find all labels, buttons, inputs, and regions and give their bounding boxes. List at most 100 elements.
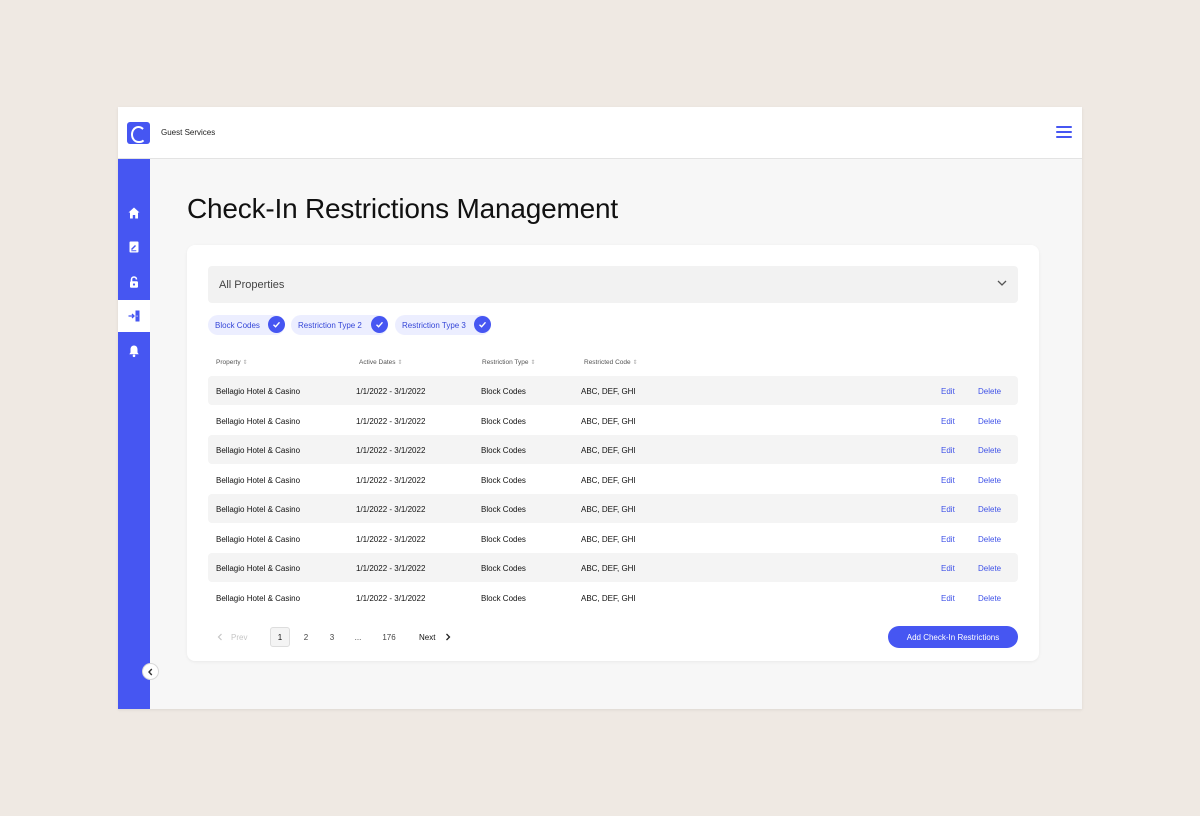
cell-property: Bellagio Hotel & Casino xyxy=(216,505,301,514)
checkmark-icon xyxy=(474,316,491,333)
cell-property: Bellagio Hotel & Casino xyxy=(216,593,301,603)
top-bar: Guest Services xyxy=(118,107,1082,159)
pagination-page-2[interactable]: 2 xyxy=(296,627,316,647)
cell-restricted-code: ABC, DEF, GHI xyxy=(581,564,636,573)
checkmark-icon xyxy=(371,316,388,333)
column-header-restriction-type[interactable]: Restriction Type ⇕ xyxy=(482,359,536,366)
chip-block-codes[interactable]: Block Codes xyxy=(208,315,285,335)
delete-link[interactable]: Delete xyxy=(978,594,1001,603)
add-check-in-restrictions-button[interactable]: Add Check-In Restrictions xyxy=(888,626,1018,648)
cell-restricted-code: ABC, DEF, GHI xyxy=(581,387,636,396)
cell-restricted-code: ABC, DEF, GHI xyxy=(581,475,636,485)
cell-restricted-code: ABC, DEF, GHI xyxy=(581,505,636,514)
delete-link[interactable]: Delete xyxy=(978,446,1001,455)
property-select[interactable]: All Properties xyxy=(208,266,1018,303)
cell-active-dates: 1/1/2022 - 3/1/2022 xyxy=(356,387,426,396)
cell-active-dates: 1/1/2022 - 3/1/2022 xyxy=(356,416,426,426)
chip-label: Restriction Type 2 xyxy=(298,321,362,330)
cell-property: Bellagio Hotel & Casino xyxy=(216,475,301,485)
column-header-label: Restriction Type xyxy=(482,359,529,366)
sidebar-item-notifications[interactable] xyxy=(118,335,150,367)
app-name: Guest Services xyxy=(161,128,216,137)
column-header-active-dates[interactable]: Active Dates ⇕ xyxy=(359,359,403,366)
home-icon xyxy=(128,207,140,219)
table-row: Bellagio Hotel & Casino 1/1/2022 - 3/1/20… xyxy=(208,406,1018,435)
cell-property: Bellagio Hotel & Casino xyxy=(216,564,301,573)
sidebar-item-check-in[interactable] xyxy=(118,300,150,332)
sort-icon: ⇕ xyxy=(242,360,248,366)
pagination-prev[interactable]: Prev xyxy=(217,627,247,647)
column-header-label: Restricted Code xyxy=(584,359,631,366)
delete-link[interactable]: Delete xyxy=(978,476,1001,485)
restrictions-card: All Properties Block Codes Restriction T… xyxy=(187,245,1039,661)
edit-link[interactable]: Edit xyxy=(941,446,955,455)
edit-link[interactable]: Edit xyxy=(941,476,955,485)
edit-link[interactable]: Edit xyxy=(941,417,955,426)
brand-logo-icon[interactable] xyxy=(127,122,150,144)
bell-icon xyxy=(129,345,139,358)
cell-active-dates: 1/1/2022 - 3/1/2022 xyxy=(356,505,426,514)
cell-restriction-type: Block Codes xyxy=(481,387,526,396)
cell-restricted-code: ABC, DEF, GHI xyxy=(581,446,636,455)
chip-restriction-type-2[interactable]: Restriction Type 2 xyxy=(291,315,388,335)
delete-link[interactable]: Delete xyxy=(978,417,1001,426)
pagination-next-label: Next xyxy=(419,632,436,642)
table-row: Bellagio Hotel & Casino 1/1/2022 - 3/1/20… xyxy=(208,553,1018,582)
cell-property: Bellagio Hotel & Casino xyxy=(216,446,301,455)
chevron-down-icon xyxy=(997,280,1007,286)
chip-restriction-type-3[interactable]: Restriction Type 3 xyxy=(395,315,491,335)
app-window: Guest Services Check-In Restrictions Man… xyxy=(118,107,1082,709)
pagination-next[interactable]: Next xyxy=(419,627,451,647)
delete-link[interactable]: Delete xyxy=(978,535,1001,544)
chevron-left-icon xyxy=(217,633,222,641)
delete-link[interactable]: Delete xyxy=(978,564,1001,573)
column-header-label: Property xyxy=(216,359,241,366)
sort-icon: ⇕ xyxy=(530,360,536,366)
cell-restricted-code: ABC, DEF, GHI xyxy=(581,593,636,603)
cell-property: Bellagio Hotel & Casino xyxy=(216,387,301,396)
sort-icon: ⇕ xyxy=(397,360,403,366)
sidebar xyxy=(118,159,150,709)
property-select-value: All Properties xyxy=(219,279,285,291)
check-in-door-icon xyxy=(128,310,140,322)
cell-active-dates: 1/1/2022 - 3/1/2022 xyxy=(356,564,426,573)
table-row: Bellagio Hotel & Casino 1/1/2022 - 3/1/20… xyxy=(208,376,1018,405)
cell-active-dates: 1/1/2022 - 3/1/2022 xyxy=(356,534,426,544)
sidebar-item-documents[interactable] xyxy=(118,231,150,263)
column-header-property[interactable]: Property ⇕ xyxy=(216,359,248,366)
table-row: Bellagio Hotel & Casino 1/1/2022 - 3/1/20… xyxy=(208,494,1018,523)
cell-restricted-code: ABC, DEF, GHI xyxy=(581,416,636,426)
sidebar-item-home[interactable] xyxy=(118,197,150,229)
pagination-page-last[interactable]: 176 xyxy=(377,627,401,647)
edit-link[interactable]: Edit xyxy=(941,387,955,396)
page-title: Check-In Restrictions Management xyxy=(187,193,618,224)
column-header-restricted-code[interactable]: Restricted Code ⇕ xyxy=(584,359,638,366)
cell-restriction-type: Block Codes xyxy=(481,446,526,455)
edit-link[interactable]: Edit xyxy=(941,564,955,573)
delete-link[interactable]: Delete xyxy=(978,387,1001,396)
delete-link[interactable]: Delete xyxy=(978,505,1001,514)
table-row: Bellagio Hotel & Casino 1/1/2022 - 3/1/20… xyxy=(208,465,1018,494)
hamburger-menu-icon[interactable] xyxy=(1056,126,1072,138)
cell-restriction-type: Block Codes xyxy=(481,475,526,485)
cell-restriction-type: Block Codes xyxy=(481,564,526,573)
edit-link[interactable]: Edit xyxy=(941,535,955,544)
cell-active-dates: 1/1/2022 - 3/1/2022 xyxy=(356,475,426,485)
cell-active-dates: 1/1/2022 - 3/1/2022 xyxy=(356,446,426,455)
sort-icon: ⇕ xyxy=(632,360,638,366)
pagination-page-3[interactable]: 3 xyxy=(322,627,342,647)
checkmark-icon xyxy=(268,316,285,333)
pagination-page-1[interactable]: 1 xyxy=(270,627,290,647)
edit-link[interactable]: Edit xyxy=(941,594,955,603)
cell-restriction-type: Block Codes xyxy=(481,534,526,544)
sidebar-item-security[interactable] xyxy=(118,266,150,298)
chevron-right-icon xyxy=(446,633,451,641)
cell-restriction-type: Block Codes xyxy=(481,416,526,426)
edit-link[interactable]: Edit xyxy=(941,505,955,514)
lock-icon xyxy=(130,276,138,288)
cell-restriction-type: Block Codes xyxy=(481,593,526,603)
cell-property: Bellagio Hotel & Casino xyxy=(216,534,301,544)
document-edit-icon xyxy=(129,241,139,253)
chip-label: Block Codes xyxy=(215,321,260,330)
collapse-sidebar-button[interactable] xyxy=(142,663,159,680)
